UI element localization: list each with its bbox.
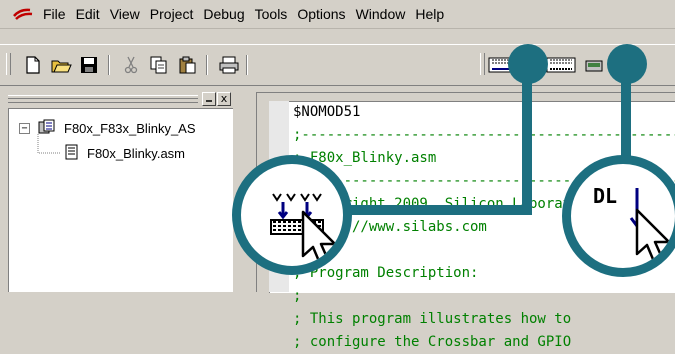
- callout-connector: [522, 77, 532, 211]
- connect-icon[interactable]: [584, 55, 606, 75]
- panel-close-button[interactable]: x: [217, 92, 231, 106]
- callout-connector: [345, 205, 532, 215]
- menu-bar: File Edit View Project Debug Tools Optio…: [0, 0, 675, 29]
- save-icon[interactable]: [78, 55, 100, 75]
- new-file-icon[interactable]: [22, 55, 44, 75]
- code-line[interactable]: ;: [293, 285, 675, 308]
- callout-anchor-dot: [508, 44, 548, 84]
- menu-edit[interactable]: Edit: [71, 6, 105, 22]
- menu-help[interactable]: Help: [410, 6, 449, 22]
- panel-grip[interactable]: [8, 95, 198, 103]
- mouse-cursor-icon: [635, 208, 675, 268]
- menu-window[interactable]: Window: [351, 6, 411, 22]
- code-line[interactable]: $NOMOD51: [293, 101, 675, 124]
- cut-icon[interactable]: [120, 55, 142, 75]
- code-line[interactable]: ; This program illustrates how to: [293, 308, 675, 331]
- toolbar: [0, 44, 675, 86]
- menu-options[interactable]: Options: [292, 6, 350, 22]
- print-icon[interactable]: [218, 55, 240, 75]
- callout-anchor-dot: [607, 44, 647, 84]
- menu-tools[interactable]: Tools: [250, 6, 293, 22]
- download-debug-magnifier: DL: [562, 155, 675, 277]
- toolbar-separator: [246, 55, 248, 75]
- copy-icon[interactable]: [148, 55, 170, 75]
- tree-connector-lines: [37, 134, 61, 154]
- download-debug-icon[interactable]: [546, 55, 576, 75]
- toolbar-separator: [206, 55, 208, 75]
- tree-file-row[interactable]: F80x_Blinky.asm: [65, 144, 185, 163]
- project-tree: − F80x_F83x_Blinky_AS F80x_Blinky.asm: [8, 108, 233, 292]
- toolbar-separator: [108, 55, 110, 75]
- dl-icon-text: DL: [593, 184, 618, 208]
- project-panel-titlebar: x: [0, 92, 232, 106]
- menu-view[interactable]: View: [105, 6, 145, 22]
- menu-debug[interactable]: Debug: [198, 6, 249, 22]
- code-line[interactable]: ; configure the Crossbar and GPIO: [293, 331, 675, 354]
- panel-minimize-button[interactable]: [202, 92, 216, 106]
- silabs-logo-icon: [12, 7, 34, 21]
- toolbar-grip[interactable]: [6, 53, 11, 75]
- menu-file[interactable]: File: [38, 6, 71, 22]
- tree-file-label: F80x_Blinky.asm: [87, 146, 186, 161]
- mouse-cursor-icon: [301, 210, 343, 266]
- open-folder-icon[interactable]: [50, 55, 72, 75]
- code-line[interactable]: ;---------------------------------------…: [293, 124, 675, 147]
- tree-project-label: F80x_F83x_Blinky_AS: [64, 121, 196, 136]
- paste-icon[interactable]: [176, 55, 198, 75]
- toolbar-grip[interactable]: [480, 53, 485, 75]
- menu-project[interactable]: Project: [145, 6, 199, 22]
- download-build-magnifier: [232, 155, 352, 275]
